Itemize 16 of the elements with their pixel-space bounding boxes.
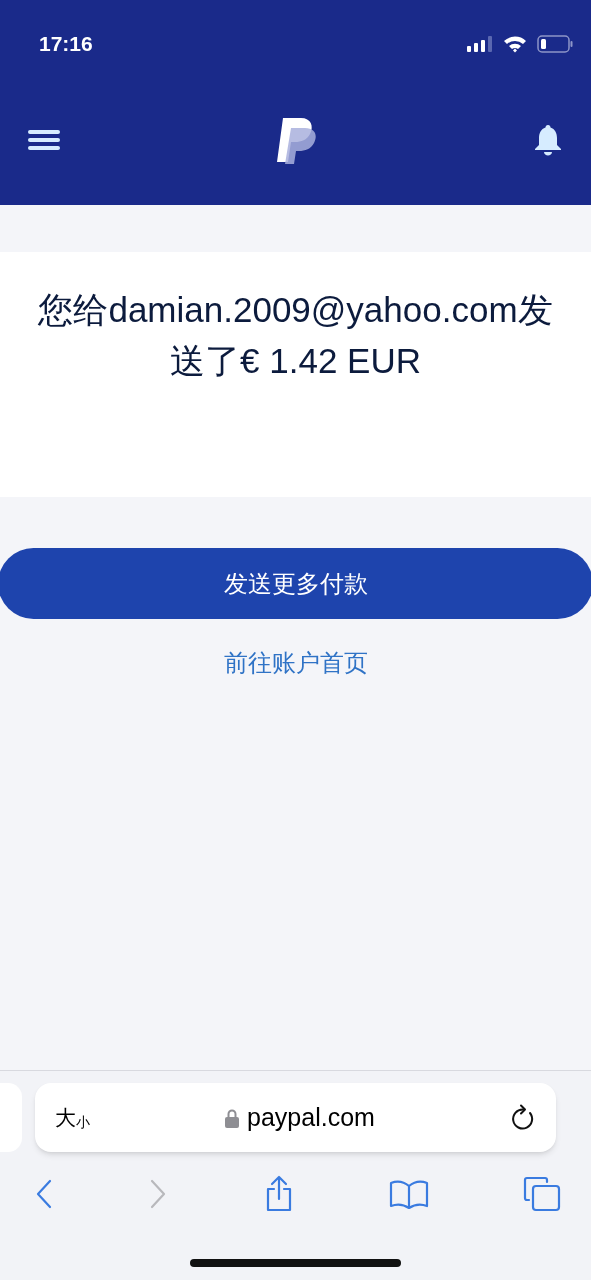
wifi-icon — [503, 35, 527, 53]
signal-icon — [467, 36, 493, 52]
lock-icon — [225, 1107, 240, 1128]
tabs-icon[interactable] — [523, 1176, 561, 1212]
confirmation-message: 您给damian.2009@yahoo.com发送了€ 1.42 EUR — [37, 289, 554, 382]
menu-icon[interactable] — [28, 128, 60, 152]
reload-icon[interactable] — [510, 1103, 536, 1132]
book-icon[interactable] — [388, 1178, 429, 1210]
logo-icon — [276, 116, 317, 164]
back-icon[interactable] — [34, 1178, 54, 1210]
account-home-link[interactable]: 前往账户首页 — [223, 645, 368, 681]
send-more-button[interactable]: 发送更多付款 — [0, 548, 591, 619]
status-time: 17:16 — [39, 31, 93, 58]
notification-bell-icon[interactable] — [533, 124, 563, 156]
battery-icon — [537, 35, 573, 53]
url-text: paypal.com — [247, 1101, 375, 1133]
